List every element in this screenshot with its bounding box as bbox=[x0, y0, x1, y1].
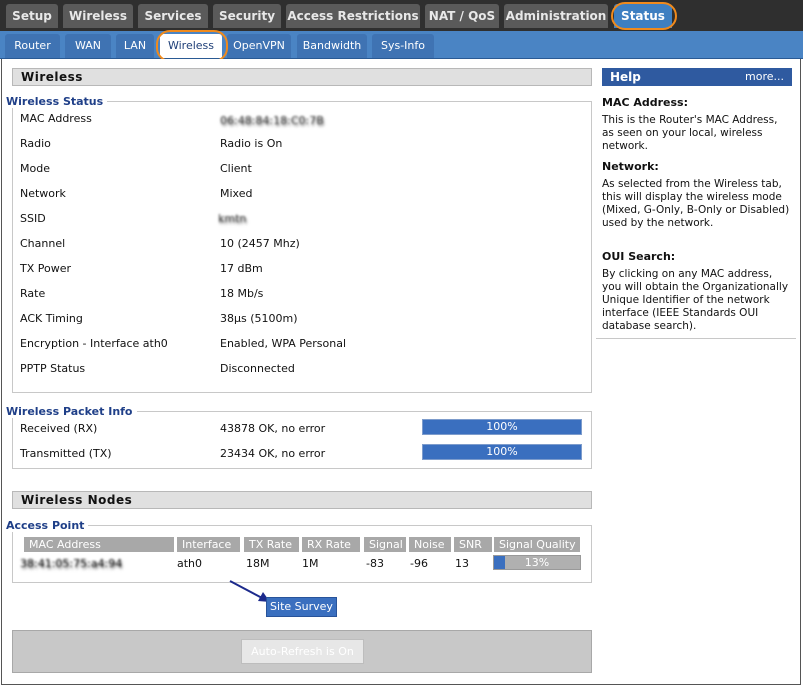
help-more-link[interactable]: more... bbox=[745, 68, 784, 86]
mode-label: Mode bbox=[20, 162, 50, 175]
packet-info-legend: Wireless Packet Info bbox=[6, 405, 137, 418]
help-header: Help more... bbox=[602, 68, 792, 86]
subtab-wireless[interactable]: Wireless bbox=[160, 34, 222, 58]
auto-refresh-button[interactable]: Auto-Refresh is On bbox=[241, 639, 364, 664]
col-header-signal-quality: Signal Quality bbox=[494, 537, 580, 552]
tab-status[interactable]: Status bbox=[614, 4, 672, 28]
rate-value: 18 Mb/s bbox=[220, 287, 264, 300]
network-value: Mixed bbox=[220, 187, 253, 200]
rx-label: Received (RX) bbox=[20, 422, 98, 435]
tx-power-value: 17 dBm bbox=[220, 262, 263, 275]
ap-rx-rate: 1M bbox=[302, 557, 319, 570]
tx-label: Transmitted (TX) bbox=[20, 447, 112, 460]
mac-address-label: MAC Address bbox=[20, 112, 92, 125]
col-header-noise: Noise bbox=[409, 537, 451, 552]
subtab-lan[interactable]: LAN bbox=[116, 34, 154, 58]
wireless-nodes-title: Wireless Nodes bbox=[12, 491, 592, 509]
col-header-tx-rate: TX Rate bbox=[244, 537, 299, 552]
col-header-rx-rate: RX Rate bbox=[302, 537, 360, 552]
ap-signal: -83 bbox=[366, 557, 384, 570]
help-body: MAC Address: This is the Router's MAC Ad… bbox=[596, 89, 796, 339]
top-nav: Setup Wireless Services Security Access … bbox=[0, 0, 803, 31]
ap-tx-rate: 18M bbox=[246, 557, 270, 570]
help-network-title: Network: bbox=[602, 160, 659, 173]
tab-services[interactable]: Services bbox=[138, 4, 208, 28]
subtab-openvpn[interactable]: OpenVPN bbox=[227, 34, 291, 58]
tab-wireless[interactable]: Wireless bbox=[63, 4, 133, 28]
help-network-text: As selected from the Wireless tab, this … bbox=[602, 178, 790, 229]
col-header-interface: Interface bbox=[177, 537, 240, 552]
help-oui-text: By clicking on any MAC address, you will… bbox=[602, 268, 789, 332]
radio-label: Radio bbox=[20, 137, 51, 150]
wireless-section-title: Wireless bbox=[12, 68, 592, 86]
tab-setup[interactable]: Setup bbox=[6, 4, 58, 28]
pptp-status-label: PPTP Status bbox=[20, 362, 86, 375]
access-point-legend: Access Point bbox=[6, 519, 89, 532]
col-header-snr: SNR bbox=[454, 537, 492, 552]
access-point-fieldset bbox=[12, 525, 592, 583]
sub-nav: Router WAN LAN Wireless OpenVPN Bandwidt… bbox=[0, 31, 803, 59]
ap-snr: 13 bbox=[455, 557, 469, 570]
subtab-router[interactable]: Router bbox=[5, 34, 60, 58]
channel-value: 10 (2457 Mhz) bbox=[220, 237, 300, 250]
ack-timing-label: ACK Timing bbox=[20, 312, 83, 325]
encryption-value: Enabled, WPA Personal bbox=[220, 337, 347, 350]
site-survey-button[interactable]: Site Survey bbox=[266, 597, 337, 617]
mode-value: Client bbox=[220, 162, 252, 175]
rx-progress-bar: 100% bbox=[422, 419, 582, 435]
network-label: Network bbox=[20, 187, 66, 200]
radio-value: Radio is On bbox=[220, 137, 283, 150]
ap-mac-address[interactable]: 38:41:05:75:a4:94 bbox=[20, 557, 122, 570]
tab-security[interactable]: Security bbox=[213, 4, 281, 28]
ap-interface: ath0 bbox=[177, 557, 203, 570]
encryption-label: Encryption - Interface ath0 bbox=[20, 337, 168, 350]
ap-noise: -96 bbox=[410, 557, 428, 570]
col-header-mac: MAC Address bbox=[24, 537, 174, 552]
help-mac-text: This is the Router's MAC Address, as see… bbox=[602, 114, 778, 152]
help-oui-title: OUI Search: bbox=[602, 250, 676, 263]
channel-label: Channel bbox=[20, 237, 66, 250]
tab-administration[interactable]: Administration bbox=[504, 4, 608, 28]
mac-address-value[interactable]: 06:48:84:18:C0:7B bbox=[220, 114, 324, 127]
help-mac-title: MAC Address: bbox=[602, 96, 689, 109]
tx-power-label: TX Power bbox=[20, 262, 72, 275]
ack-timing-value: 38µs (5100m) bbox=[220, 312, 298, 325]
subtab-bandwidth[interactable]: Bandwidth bbox=[297, 34, 367, 58]
rate-label: Rate bbox=[20, 287, 46, 300]
ssid-label: SSID bbox=[20, 212, 46, 225]
tx-value: 23434 OK, no error bbox=[220, 447, 326, 460]
content-frame: Wireless Wireless Status MAC Address 06:… bbox=[1, 59, 801, 685]
pptp-status-value: Disconnected bbox=[220, 362, 295, 375]
subtab-wan[interactable]: WAN bbox=[65, 34, 111, 58]
rx-value: 43878 OK, no error bbox=[220, 422, 326, 435]
subtab-sys-info[interactable]: Sys-Info bbox=[372, 34, 434, 58]
wireless-status-legend: Wireless Status bbox=[6, 95, 108, 108]
col-header-signal: Signal bbox=[364, 537, 406, 552]
tab-nat-qos[interactable]: NAT / QoS bbox=[425, 4, 499, 28]
ssid-value: kmtn bbox=[218, 212, 247, 225]
ap-signal-quality-bar: 13% bbox=[493, 555, 581, 570]
tx-progress-bar: 100% bbox=[422, 444, 582, 460]
ap-signal-quality-value: 13% bbox=[524, 556, 550, 569]
tab-access-restrictions[interactable]: Access Restrictions bbox=[286, 4, 420, 28]
help-title: Help bbox=[610, 70, 641, 84]
